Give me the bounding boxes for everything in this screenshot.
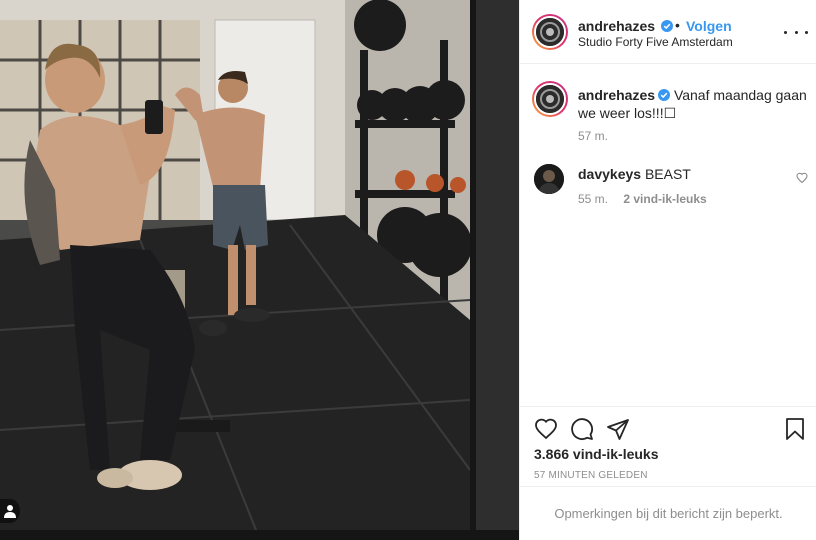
user-icon: [4, 505, 16, 518]
author-username[interactable]: andrehazes: [578, 18, 655, 34]
comment-bubble-icon[interactable]: [570, 417, 594, 441]
comments-restricted-notice: Opmerkingen bij dit bericht zijn beperkt…: [520, 486, 816, 540]
comment-item: davykeys BEAST 55 m. 2 vind-ik-leuks: [520, 160, 816, 210]
caption-username[interactable]: andrehazes: [578, 87, 655, 103]
comment-text: BEAST: [644, 166, 691, 182]
verified-badge-icon: [661, 20, 673, 32]
comment-timestamp[interactable]: 55 m.: [578, 192, 608, 206]
caption-timestamp[interactable]: 57 m.: [578, 129, 608, 143]
comment-likes[interactable]: 2 vind-ik-leuks: [623, 192, 706, 206]
caption-avatar-image: [536, 85, 564, 113]
more-options-icon[interactable]: [784, 22, 808, 42]
commenter-avatar-image: [534, 164, 564, 194]
comment-body: davykeys BEAST: [578, 166, 691, 182]
post-photo[interactable]: [0, 0, 519, 540]
comment-heart-icon[interactable]: [796, 172, 808, 184]
separator-dot: •: [675, 17, 680, 33]
post-header: andrehazes • Volgen Studio Forty Five Am…: [520, 0, 816, 64]
caption-body: andrehazes Vanaf maandag gaan we weer lo…: [578, 86, 808, 122]
post-side-panel: andrehazes • Volgen Studio Forty Five Am…: [519, 0, 816, 540]
author-avatar-image: [536, 18, 564, 46]
tagged-users-button[interactable]: [0, 499, 20, 523]
comment-username[interactable]: davykeys: [578, 166, 641, 182]
like-count[interactable]: 3.866 vind-ik-leuks: [534, 446, 659, 462]
location-link[interactable]: Studio Forty Five Amsterdam: [578, 35, 733, 49]
post-timestamp[interactable]: 57 MINUTEN GELEDEN: [534, 470, 648, 481]
caption-author-avatar[interactable]: [532, 81, 568, 117]
bookmark-icon[interactable]: [784, 417, 806, 441]
verified-badge-icon: [658, 89, 671, 101]
follow-button[interactable]: Volgen: [686, 18, 732, 34]
author-avatar[interactable]: [532, 14, 568, 50]
paper-plane-icon[interactable]: [606, 417, 630, 441]
post-actions: 3.866 vind-ik-leuks 57 MINUTEN GELEDEN: [520, 406, 816, 486]
commenter-avatar[interactable]: [534, 164, 564, 194]
gym-mirror-photo: [0, 0, 519, 540]
comment-meta: 55 m. 2 vind-ik-leuks: [578, 192, 719, 206]
heart-icon[interactable]: [534, 417, 558, 441]
